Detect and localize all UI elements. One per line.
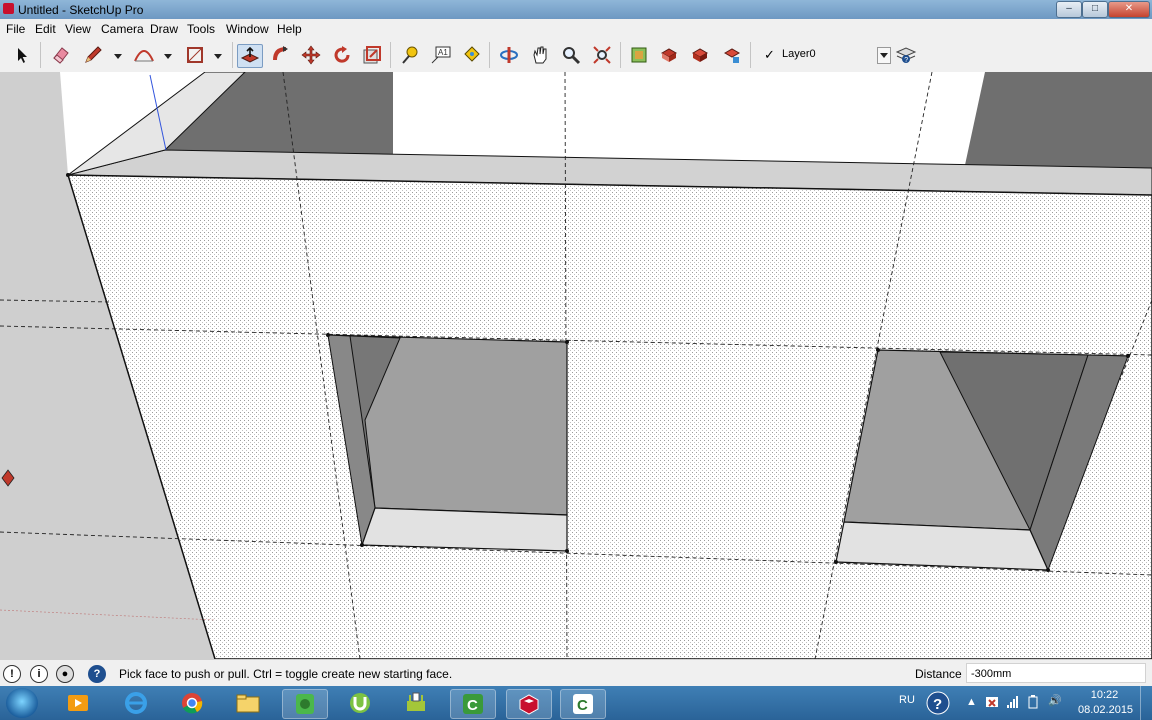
- menu-draw[interactable]: Draw: [150, 22, 178, 36]
- zoom-extents-icon[interactable]: [590, 44, 614, 66]
- start-button[interactable]: [6, 688, 38, 718]
- measurements-box[interactable]: -300mm: [966, 663, 1146, 683]
- power-icon[interactable]: [1027, 695, 1039, 712]
- camtasia-recorder-icon[interactable]: C: [560, 689, 606, 719]
- help-tray-icon[interactable]: ?: [926, 690, 950, 719]
- media-player-icon[interactable]: [56, 689, 100, 717]
- layer-name: Layer0: [782, 48, 816, 60]
- toolbar-separator: [40, 42, 41, 68]
- menu-bar: File Edit View Camera Draw Tools Window …: [0, 19, 1152, 39]
- internet-explorer-icon[interactable]: [114, 689, 158, 717]
- menu-window[interactable]: Window: [226, 22, 269, 36]
- text-icon[interactable]: A1: [429, 44, 453, 66]
- zoom-icon[interactable]: [559, 44, 583, 66]
- camtasia-icon[interactable]: C: [450, 689, 496, 719]
- menu-view[interactable]: View: [65, 22, 91, 36]
- share-model-icon[interactable]: [657, 44, 681, 66]
- extension-warehouse-icon[interactable]: [720, 44, 744, 66]
- toolbar: A1 ✓ Layer0 ?: [0, 38, 1152, 73]
- file-explorer-icon[interactable]: [226, 689, 270, 717]
- svg-text:?: ?: [933, 696, 942, 713]
- rectangle-dropdown-icon[interactable]: [214, 54, 222, 59]
- distance-label: Distance: [915, 667, 962, 681]
- android-tool-icon[interactable]: [394, 689, 438, 717]
- geolocation-icon[interactable]: !: [3, 665, 21, 683]
- user-account-icon[interactable]: ●: [56, 665, 74, 683]
- layer-selector[interactable]: ✓ Layer0: [758, 45, 891, 65]
- signal-icon[interactable]: [1006, 695, 1020, 712]
- pencil-dropdown-icon[interactable]: [114, 54, 122, 59]
- sketchup-icon[interactable]: [506, 689, 552, 719]
- chrome-icon[interactable]: [170, 689, 214, 717]
- menu-help[interactable]: Help: [277, 22, 302, 36]
- push-pull-icon[interactable]: [237, 44, 263, 68]
- layer-manager-icon[interactable]: ?: [894, 44, 918, 66]
- svg-text:?: ?: [904, 57, 908, 64]
- move-icon[interactable]: [299, 44, 323, 66]
- toolbar-separator: [232, 42, 233, 68]
- instructor-help-icon[interactable]: ?: [88, 665, 106, 683]
- arc-icon[interactable]: [132, 44, 156, 66]
- orbit-icon[interactable]: [497, 44, 521, 66]
- show-hidden-icons-icon[interactable]: ▲: [966, 696, 977, 708]
- layer-dropdown-icon[interactable]: [877, 47, 891, 64]
- taskbar: C C RU ? ▲ 🔊 10:22 08.02.2015: [0, 686, 1152, 720]
- maximize-button[interactable]: □: [1082, 1, 1108, 18]
- pencil-icon[interactable]: [81, 44, 105, 66]
- volume-icon[interactable]: 🔊: [1048, 694, 1062, 707]
- status-bar: ! i ● ? Pick face to push or pull. Ctrl …: [0, 659, 1152, 687]
- scale-icon[interactable]: [360, 44, 384, 66]
- wall-model-drawing: [0, 72, 1152, 659]
- menu-file[interactable]: File: [6, 22, 25, 36]
- evernote-icon[interactable]: [282, 689, 328, 719]
- close-button[interactable]: ✕: [1108, 1, 1150, 18]
- pan-icon[interactable]: [528, 44, 552, 66]
- window-title: Untitled - SketchUp Pro: [18, 3, 144, 17]
- utorrent-icon[interactable]: [338, 689, 382, 717]
- menu-tools[interactable]: Tools: [187, 22, 215, 36]
- rotate-icon[interactable]: [330, 44, 354, 66]
- title-bar: Untitled - SketchUp Pro – □ ✕: [0, 0, 1152, 19]
- get-models-icon[interactable]: [627, 44, 651, 66]
- components-icon[interactable]: [688, 44, 712, 66]
- toolbar-separator: [750, 42, 751, 68]
- clock-time[interactable]: 10:22: [1082, 689, 1127, 701]
- show-desktop-button[interactable]: [1140, 686, 1152, 720]
- language-indicator[interactable]: RU: [899, 694, 915, 706]
- follow-me-icon[interactable]: [269, 44, 293, 66]
- rectangle-icon[interactable]: [183, 44, 207, 66]
- eraser-icon[interactable]: [49, 44, 73, 66]
- action-center-icon[interactable]: [985, 695, 999, 712]
- tape-measure-icon[interactable]: [398, 44, 422, 66]
- minimize-button[interactable]: –: [1056, 1, 1082, 18]
- toolbar-separator: [620, 42, 621, 68]
- model-viewport[interactable]: [0, 72, 1152, 659]
- clock-date[interactable]: 08.02.2015: [1078, 704, 1133, 716]
- status-message: Pick face to push or pull. Ctrl = toggle…: [119, 667, 453, 681]
- paint-bucket-icon[interactable]: [460, 44, 484, 66]
- arc-dropdown-icon[interactable]: [164, 54, 172, 59]
- sketchup-logo-icon: [3, 3, 14, 14]
- toolbar-separator: [489, 42, 490, 68]
- credits-icon[interactable]: i: [30, 665, 48, 683]
- svg-text:C: C: [467, 697, 478, 714]
- svg-text:C: C: [577, 697, 588, 714]
- svg-text:A1: A1: [438, 48, 448, 57]
- toolbar-separator: [390, 42, 391, 68]
- select-icon[interactable]: [11, 44, 35, 66]
- menu-camera[interactable]: Camera: [101, 22, 144, 36]
- layer-check-icon: ✓: [764, 47, 775, 62]
- menu-edit[interactable]: Edit: [35, 22, 56, 36]
